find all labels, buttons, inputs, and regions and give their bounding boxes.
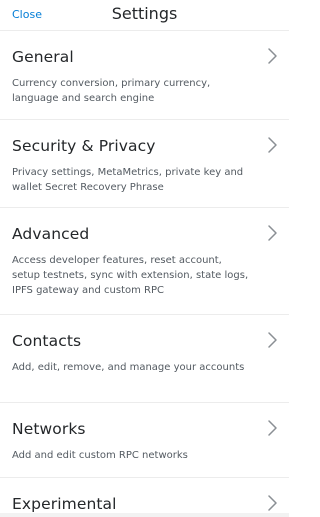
settings-item-contacts[interactable]: Contacts Add, edit, remove, and manage y… <box>0 315 289 403</box>
chevron-right-icon <box>265 136 279 154</box>
chevron-right-icon <box>265 224 279 242</box>
chevron-right-icon <box>265 331 279 349</box>
settings-item-title: Experimental <box>12 495 117 513</box>
settings-item-title: General <box>12 48 74 66</box>
settings-item-description: Access developer features, reset account… <box>12 255 249 296</box>
settings-item-description: Add and edit custom RPC networks <box>12 450 188 461</box>
settings-item-experimental[interactable]: Experimental <box>0 478 289 517</box>
settings-screen: Close Settings General Currency conversi… <box>0 0 289 517</box>
chevron-right-icon <box>265 47 279 65</box>
settings-item-description: Currency conversion, primary currency, l… <box>12 78 211 104</box>
page-title: Settings <box>111 4 178 23</box>
settings-item-advanced[interactable]: Advanced Access developer features, rese… <box>0 208 289 315</box>
settings-item-title: Contacts <box>12 332 82 350</box>
settings-item-security-privacy[interactable]: Security & Privacy Privacy settings, Met… <box>0 120 289 208</box>
settings-item-description: Privacy settings, MetaMetrics, private k… <box>12 167 244 193</box>
settings-item-networks[interactable]: Networks Add and edit custom RPC network… <box>0 403 289 478</box>
chevron-right-icon <box>265 494 279 512</box>
settings-item-description: Add, edit, remove, and manage your accou… <box>12 362 245 373</box>
settings-item-title: Networks <box>12 420 86 438</box>
navigation-bar: Close Settings <box>0 0 289 31</box>
bottom-edge <box>0 513 289 517</box>
settings-item-title: Security & Privacy <box>12 137 156 155</box>
settings-item-title: Advanced <box>12 225 90 243</box>
settings-list: General Currency conversion, primary cur… <box>0 31 289 517</box>
settings-item-general[interactable]: General Currency conversion, primary cur… <box>0 31 289 120</box>
chevron-right-icon <box>265 419 279 437</box>
